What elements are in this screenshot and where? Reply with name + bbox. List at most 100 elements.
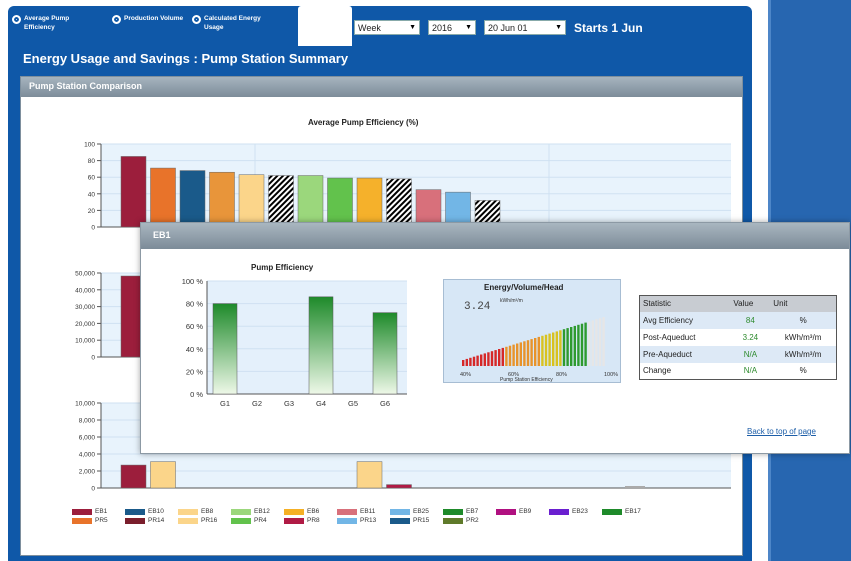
energy-gauge: Energy/Volume/Head 3.24 kWh/m³/m 40% 60% 80%… [443, 279, 621, 383]
gauge-segment [588, 321, 591, 366]
legend-label: PR8 [307, 517, 320, 524]
gauge-segment [595, 319, 598, 366]
legend-item[interactable]: EB23 [549, 508, 588, 515]
gauge-segment [476, 355, 479, 366]
gauge-segment [505, 346, 508, 366]
efficiency-tick-label: 20 [88, 208, 96, 215]
legend-label: EB11 [360, 508, 376, 515]
back-to-top-link[interactable]: Back to top of page [747, 427, 816, 436]
pump-label: G6 [380, 399, 390, 408]
stat-name: Change [643, 366, 672, 376]
legend-swatch [337, 517, 357, 524]
pump-efficiency-chart: 100 % 80 % 60 % 40 % 20 % 0 % G1 G2 G3 G4 G5 G6 [182, 277, 407, 408]
energy-bar [356, 461, 383, 489]
efficiency-bar [327, 177, 353, 228]
popup-tick-label: 60 % [186, 322, 203, 331]
volume-tick-label: 40,000 [75, 287, 95, 294]
gauge-segment [591, 320, 594, 366]
gauge-segment [526, 340, 530, 366]
gauge-segment [573, 325, 576, 366]
legend-item[interactable]: EB8 [178, 508, 213, 515]
efficiency-bar [179, 170, 206, 228]
legend-swatch [602, 508, 622, 515]
legend-item[interactable]: PR5 [72, 517, 108, 524]
legend-label: PR13 [360, 517, 377, 524]
legend-item[interactable]: PR13 [337, 517, 376, 524]
radio-icon[interactable] [192, 15, 201, 24]
energy-bar [120, 464, 147, 489]
energy-tick-label: 10,000 [75, 401, 95, 408]
energy-bar [150, 461, 176, 489]
table-row: Change N/A % [640, 363, 837, 380]
legend-item[interactable]: EB11 [337, 508, 375, 515]
legend-swatch [72, 517, 92, 524]
stat-unit: kWh/m³/m [784, 332, 822, 342]
date-value: 20 Jun 01 [488, 22, 528, 33]
pump-label: G2 [252, 399, 262, 408]
energy-tick-label: 4,000 [79, 452, 96, 459]
date-select[interactable]: 20 Jun 01 ▼ [484, 20, 566, 35]
legend-item[interactable]: EB10 [125, 508, 164, 515]
legend-label: PR2 [466, 517, 479, 524]
start-date-label: Starts 1 Jun [574, 20, 643, 35]
legend-item[interactable]: EB9 [496, 508, 531, 515]
gauge-segment [552, 332, 555, 366]
legend-label: EB25 [413, 508, 429, 515]
legend-item[interactable]: EB6 [284, 508, 319, 515]
gauge-segment [580, 323, 584, 366]
legend-item[interactable]: EB7 [443, 508, 478, 515]
legend-item[interactable]: PR16 [178, 517, 217, 524]
panel-title: Pump Station Comparison [21, 77, 742, 97]
legend-label: EB6 [307, 508, 320, 515]
efficiency-tick-label: 60 [88, 175, 96, 182]
legend-item[interactable]: PR4 [231, 517, 267, 524]
period-value: Week [358, 22, 381, 33]
table-header-row: Statistic Value Unit [639, 295, 837, 312]
legend-swatch [443, 508, 463, 515]
legend-label: PR4 [254, 517, 267, 524]
gauge-value: 3.24 [464, 301, 491, 313]
efficiency-bar [209, 171, 235, 228]
legend-swatch [178, 517, 198, 524]
pump-bar [308, 296, 334, 395]
legend-swatch [337, 508, 357, 515]
legend-swatch [125, 508, 145, 515]
efficiency-bar [238, 174, 265, 228]
year-select[interactable]: 2016 ▼ [428, 20, 476, 35]
gauge-segment [490, 351, 494, 366]
legend-swatch [549, 508, 569, 515]
legend-swatch [443, 517, 463, 524]
option-label: Average Pump Efficiency [24, 15, 70, 31]
stat-value: N/A [743, 366, 758, 376]
stat-unit: kWh/m³/m [770, 345, 837, 363]
option-energy-usage[interactable]: Calculated Energy Usage [192, 14, 274, 32]
option-avg-efficiency[interactable]: Average Pump Efficiency [12, 14, 94, 32]
legend-item[interactable]: EB1 [72, 508, 107, 515]
radio-icon[interactable] [112, 15, 121, 24]
energy-bar [386, 484, 412, 489]
legend-item[interactable]: PR8 [284, 517, 320, 524]
period-select[interactable]: Week ▼ [354, 20, 420, 35]
radio-icon[interactable] [12, 15, 21, 24]
option-label: Calculated Energy Usage [204, 15, 261, 31]
legend-item[interactable]: PR15 [390, 517, 429, 524]
gauge-segment [516, 343, 519, 366]
legend-item[interactable]: EB17 [602, 508, 641, 515]
efficiency-bar [386, 178, 412, 228]
legend-item[interactable]: EB12 [231, 508, 270, 515]
gauge-segment [530, 339, 533, 366]
stat-value: N/A [730, 345, 771, 363]
legend-item[interactable]: PR2 [443, 517, 479, 524]
gauge-graphic: 3.24 kWh/m³/m40% 60% 80% 100%Pump Station Ef… [460, 298, 618, 382]
gauge-segment [598, 318, 602, 366]
gauge-segment [462, 360, 465, 366]
option-production-volume[interactable]: Production Volume [112, 14, 194, 24]
period-controls: Week ▼ 2016 ▼ 20 Jun 01 ▼ Starts 1 Jun [354, 20, 643, 35]
legend-item[interactable]: EB25 [390, 508, 429, 515]
stat-unit: % [770, 311, 837, 329]
popup-tick-label: 80 % [186, 300, 203, 309]
legend-item[interactable]: PR14 [125, 517, 164, 524]
gauge-segment [555, 331, 558, 366]
column-header: Unit [770, 295, 837, 312]
table-row: Pre-Aqueduct N/A kWh/m³/m [639, 345, 837, 363]
